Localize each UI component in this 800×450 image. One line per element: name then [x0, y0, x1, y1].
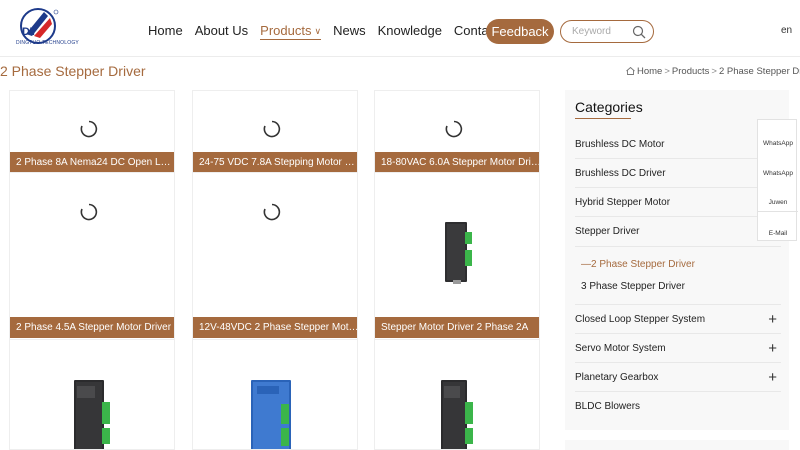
category-bldc-blowers[interactable]: BLDC Blowers [575, 392, 781, 421]
loading-spinner-icon [80, 120, 98, 138]
product-title[interactable]: 2 Phase 4.5A Stepper Motor Driver [10, 317, 174, 338]
whatsapp-contact[interactable]: WhatsApp [758, 150, 798, 180]
product-card[interactable]: Stepper Motor Driver 2 Phase 2A [374, 173, 540, 340]
loading-spinner-icon [263, 120, 281, 138]
category-brushless-dc-motor[interactable]: Brushless DC Motor [575, 130, 781, 159]
chevron-down-icon: ∨ [314, 26, 322, 36]
floating-contact-panel: WhatsApp WhatsApp Juwen E-Mail [757, 119, 798, 241]
product-card[interactable] [374, 340, 540, 450]
product-title[interactable]: 18-80VAC 6.0A Stepper Motor Driver [375, 152, 539, 172]
whatsapp-contact[interactable]: WhatsApp [758, 120, 798, 150]
home-icon [626, 67, 635, 75]
expand-plus-icon[interactable]: + [768, 305, 777, 334]
breadcrumb-products[interactable]: Products [672, 66, 710, 77]
breadcrumb-current: 2 Phase Stepper Driver [718, 66, 800, 77]
subcategory-3-phase-stepper-driver[interactable]: 3 Phase Stepper Driver [581, 281, 685, 292]
product-title[interactable]: 12V-48VDC 2 Phase Stepper Motor Driver [193, 317, 357, 338]
category-label: Brushless DC Motor [575, 139, 665, 150]
category-stepper-driver[interactable]: Stepper Driver [575, 217, 781, 247]
category-closed-loop-stepper-system[interactable]: Closed Loop Stepper System + [575, 305, 781, 334]
main-nav: Home About Us Products ∨ News Knowledge C… [148, 22, 530, 40]
breadcrumb-separator: > [664, 66, 670, 77]
categories-title: Categories [575, 99, 643, 115]
loading-spinner-icon [263, 203, 281, 221]
category-servo-motor-system[interactable]: Servo Motor System + [575, 334, 781, 363]
category-planetary-gearbox[interactable]: Planetary Gearbox + [575, 363, 781, 392]
expand-plus-icon[interactable]: + [768, 363, 777, 392]
category-hybrid-stepper-motor[interactable]: Hybrid Stepper Motor [575, 188, 781, 217]
category-label: Servo Motor System [575, 343, 666, 354]
email-contact[interactable]: E-Mail [758, 211, 798, 241]
stepper-driver-image[interactable] [249, 378, 299, 450]
loading-spinner-icon [80, 203, 98, 221]
product-card[interactable]: 2 Phase 4.5A Stepper Motor Driver [9, 173, 175, 340]
search-box [560, 20, 654, 43]
logo-subtext: DINGTUO TECHNOLOGY [16, 40, 79, 46]
category-label: Stepper Driver [575, 226, 640, 237]
breadcrumb-separator: > [711, 66, 717, 77]
category-label: Planetary Gearbox [575, 372, 659, 383]
site-header: DT DINGTUO TECHNOLOGY Home About Us Prod… [0, 0, 800, 57]
expand-plus-icon[interactable]: + [768, 334, 777, 363]
company-logo[interactable]: DT [14, 6, 62, 54]
category-label: Closed Loop Stepper System [575, 314, 706, 325]
search-input[interactable] [572, 24, 632, 39]
language-selector[interactable]: en [781, 25, 792, 36]
search-icon[interactable] [632, 25, 646, 39]
nav-home[interactable]: Home [148, 22, 183, 40]
category-label: Brushless DC Driver [575, 168, 666, 179]
juwen-label: Juwen [768, 199, 788, 206]
breadcrumb-home[interactable]: Home [637, 66, 662, 77]
title-underline [575, 118, 631, 119]
nav-knowledge[interactable]: Knowledge [378, 22, 442, 40]
nav-products-label: Products [260, 23, 312, 38]
category-label: BLDC Blowers [575, 401, 641, 412]
stepper-driver-image[interactable] [68, 376, 118, 450]
product-card[interactable]: 12V-48VDC 2 Phase Stepper Motor Driver [192, 173, 358, 340]
page-title: 2 Phase Stepper Driver [0, 63, 146, 79]
categories-sidebar: Categories Brushless DC Motor Brushless … [565, 90, 789, 430]
product-title[interactable]: 24-75 VDC 7.8A Stepping Motor Driver [193, 152, 357, 172]
product-card[interactable] [9, 340, 175, 450]
product-card[interactable]: 18-80VAC 6.0A Stepper Motor Driver [374, 90, 540, 173]
product-title[interactable]: 2 Phase 8A Nema24 DC Open Loop Stepper D… [10, 152, 174, 172]
stepper-driver-image[interactable] [435, 376, 481, 450]
stepper-driver-image[interactable] [441, 218, 475, 288]
juwen-contact[interactable]: Juwen [758, 180, 798, 210]
feedback-button[interactable]: Feedback [486, 19, 554, 44]
nav-about-us[interactable]: About Us [195, 22, 248, 40]
category-brushless-dc-driver[interactable]: Brushless DC Driver [575, 159, 781, 188]
whatsapp-label: WhatsApp [763, 140, 793, 147]
product-card[interactable]: 24-75 VDC 7.8A Stepping Motor Driver [192, 90, 358, 173]
email-label: E-Mail [768, 230, 788, 237]
nav-news[interactable]: News [333, 22, 366, 40]
loading-spinner-icon [445, 120, 463, 138]
category-label: Hybrid Stepper Motor [575, 197, 671, 208]
breadcrumb: Home>Products>2 Phase Stepper Driver [626, 66, 800, 77]
product-title[interactable]: Stepper Motor Driver 2 Phase 2A [375, 317, 539, 338]
product-card[interactable]: 2 Phase 8A Nema24 DC Open Loop Stepper D… [9, 90, 175, 173]
nav-products[interactable]: Products ∨ [260, 22, 322, 40]
logo-letters: DT [22, 26, 37, 38]
product-card[interactable] [192, 340, 358, 450]
whatsapp-label: WhatsApp [763, 170, 793, 177]
subcategory-2-phase-stepper-driver[interactable]: —2 Phase Stepper Driver [581, 259, 695, 270]
sidebar-next-block [565, 440, 789, 450]
